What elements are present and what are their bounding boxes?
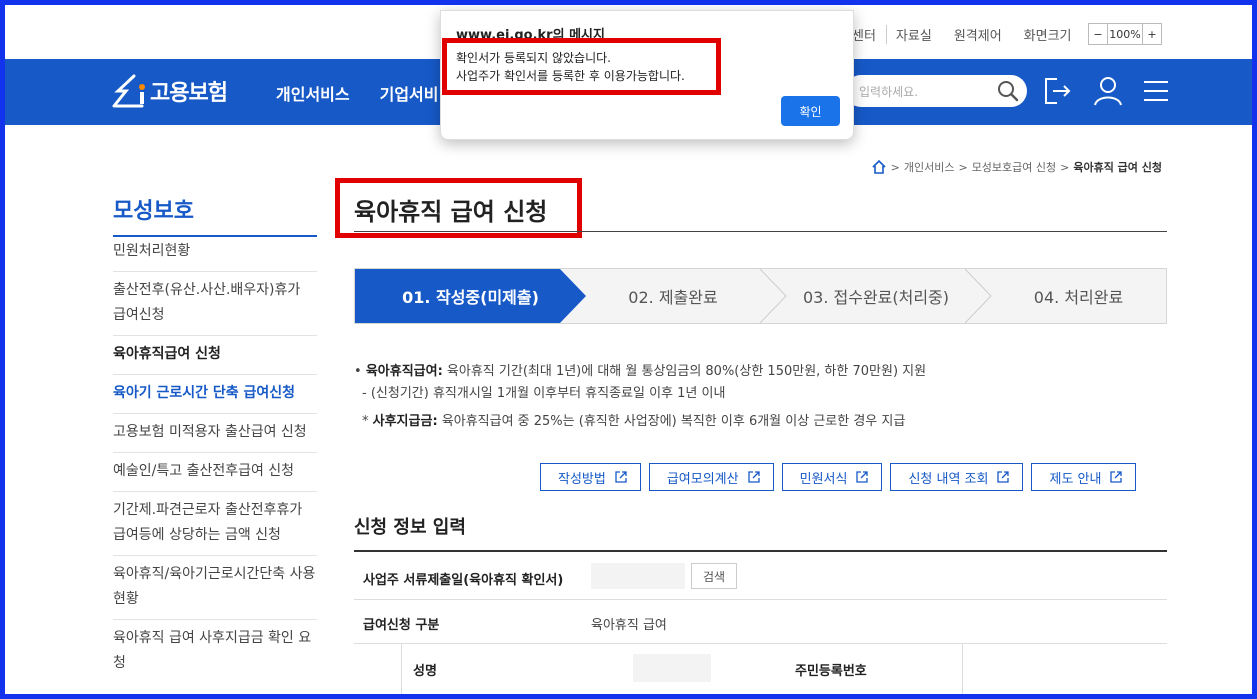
menu-business-service[interactable]: 기업서비 <box>380 81 439 105</box>
zoom-label: 화면크기 <box>1023 29 1072 44</box>
form-row-benefit-type: 급여신청 구분 육아휴직 급여 <box>354 600 1167 644</box>
breadcrumb-sep-icon: > <box>958 160 968 174</box>
sidebar-item[interactable]: 육아휴직/육아기근로시간단축 사용현황 <box>113 556 317 620</box>
civil-forms-button[interactable]: 민원서식 <box>781 463 883 491</box>
benefit-type-value: 육아휴직 급여 <box>591 618 667 633</box>
breadcrumb-item-maternity[interactable]: 모성보호급여 신청 <box>972 159 1056 175</box>
logout-icon[interactable] <box>1041 75 1073 107</box>
sidebar-item-active[interactable]: 육아기 근로시간 단축 급여신청 <box>113 375 317 414</box>
name-label: 성명 <box>413 664 437 679</box>
resident-number-label: 주민등록번호 <box>795 664 867 679</box>
utility-link-remote[interactable]: 원격제어 <box>954 25 1024 44</box>
sidebar-menu: 민원처리현황 출산전후(유산.사산.배우자)휴가 급여신청 육아휴직급여 신청 … <box>113 233 317 683</box>
name-field[interactable] <box>633 654 711 682</box>
utility-link-archive[interactable]: 자료실 <box>885 25 954 44</box>
external-link-icon <box>997 471 1010 483</box>
main-menu: 개인서비스 기업서비 <box>276 81 439 105</box>
external-link-icon <box>856 471 869 483</box>
search-placeholder: 입력하세요. <box>859 84 919 99</box>
breadcrumb-current: 육아휴직 급여 신청 <box>1073 161 1162 174</box>
benefit-type-label: 급여신청 구분 <box>363 618 440 633</box>
title-highlight-box <box>335 178 582 238</box>
application-history-button[interactable]: 신청 내역 조회 <box>890 463 1024 491</box>
sidebar-item[interactable]: 육아휴직 급여 사후지급금 확인 요청 <box>113 620 317 683</box>
search-box[interactable]: 입력하세요. <box>845 75 1027 107</box>
breadcrumb-item-personal[interactable]: 개인서비스 <box>904 159 955 175</box>
step-completed: 04. 처리완료 <box>1033 288 1124 307</box>
breadcrumb-sep-icon: > <box>890 160 900 174</box>
benefit-simulation-button[interactable]: 급여모의계산 <box>648 463 774 491</box>
breadcrumb: > 개인서비스 > 모성보호급여 신청 > 육아휴직 급여 신청 <box>871 159 1162 175</box>
user-icon[interactable] <box>1092 75 1124 107</box>
message-highlight-box <box>442 38 721 95</box>
search-button[interactable]: 검색 <box>691 563 737 589</box>
breadcrumb-sep-icon: > <box>1060 160 1070 174</box>
home-icon[interactable] <box>871 159 887 175</box>
hamburger-menu-icon[interactable] <box>1140 75 1172 107</box>
sidebar-item[interactable]: 민원처리현황 <box>113 233 317 272</box>
info-line-period: - (신청기간) 휴직개시일 1개월 이후부터 휴직종료일 이후 1년 이내 <box>362 386 726 401</box>
title-divider <box>354 231 1167 232</box>
info-line-benefit: • 육아휴직급여: 육아휴직 기간(최대 1년)에 대해 월 통상임금의 80%… <box>354 364 927 379</box>
logo-text: 고용보험 <box>150 81 228 106</box>
zoom-value: 100% <box>1107 24 1143 44</box>
sidebar-title: 모성보호 <box>113 193 317 237</box>
row-indent-divider <box>401 644 402 694</box>
system-guide-button[interactable]: 제도 안내 <box>1031 463 1137 491</box>
sidebar-item[interactable]: 기간제.파견근로자 출산전후휴가 급여등에 상당하는 금액 신청 <box>113 492 317 556</box>
benefit-info: • 육아휴직급여: 육아휴직 기간(최대 1년)에 대해 월 통상임금의 80%… <box>354 361 926 433</box>
form-row-submission-date: 사업주 서류제출일(육아휴직 확인서) 검색 <box>354 552 1167 600</box>
site-logo[interactable]: 고용보험 <box>108 73 228 109</box>
progress-steps: 01. 작성중(미제출) 02. 제출완료 03. 접수완료(처리중) 04. … <box>354 268 1167 324</box>
step-drafting: 01. 작성중(미제출) <box>402 288 539 307</box>
sidebar-item[interactable]: 고용보험 미적용자 출산급여 신청 <box>113 414 317 453</box>
sidebar-item[interactable]: 예술인/특고 출산전후급여 신청 <box>113 453 317 492</box>
zoom-in-button[interactable]: + <box>1143 24 1161 44</box>
step-received: 03. 접수완료(처리중) <box>802 288 950 307</box>
screenshot-frame: 센터 자료실 원격제어 화면크기 − 100% + 고용보험 개인서비스 기업서… <box>0 0 1257 699</box>
sidebar-item-current[interactable]: 육아휴직급여 신청 <box>113 336 317 375</box>
external-link-icon <box>747 471 760 483</box>
submission-date-field[interactable] <box>591 563 685 589</box>
external-link-icon <box>1110 471 1123 483</box>
utility-links: 센터 자료실 원격제어 화면크기 <box>852 25 1078 44</box>
search-icon[interactable] <box>997 80 1019 102</box>
menu-personal-service[interactable]: 개인서비스 <box>276 81 350 105</box>
form-row-applicant: 성명 주민등록번호 <box>354 644 1167 694</box>
external-link-icon <box>615 471 627 483</box>
row-cell-divider <box>962 644 963 694</box>
action-buttons: 작성방법 급여모의계산 민원서식 신청 내역 조회 제도 안내 <box>540 463 1137 491</box>
submission-date-label: 사업주 서류제출일(육아휴직 확인서) <box>363 573 564 588</box>
form-section-title: 신청 정보 입력 <box>354 517 466 538</box>
zoom-control: − 100% + <box>1088 23 1162 45</box>
sidebar-item[interactable]: 출산전후(유산.사산.배우자)휴가 급여신청 <box>113 272 317 336</box>
how-to-write-button[interactable]: 작성방법 <box>540 463 641 491</box>
utility-link-center[interactable]: 센터 <box>852 25 886 44</box>
dialog-ok-button[interactable]: 확인 <box>781 96 840 126</box>
info-line-deferred: * 사후지급금: 육아휴직급여 중 25%는 (휴직한 사업장에) 복직한 이후… <box>362 414 906 429</box>
zoom-out-button[interactable]: − <box>1089 24 1107 44</box>
step-submitted: 02. 제출완료 <box>628 288 718 307</box>
ei-logo-icon <box>112 74 145 108</box>
